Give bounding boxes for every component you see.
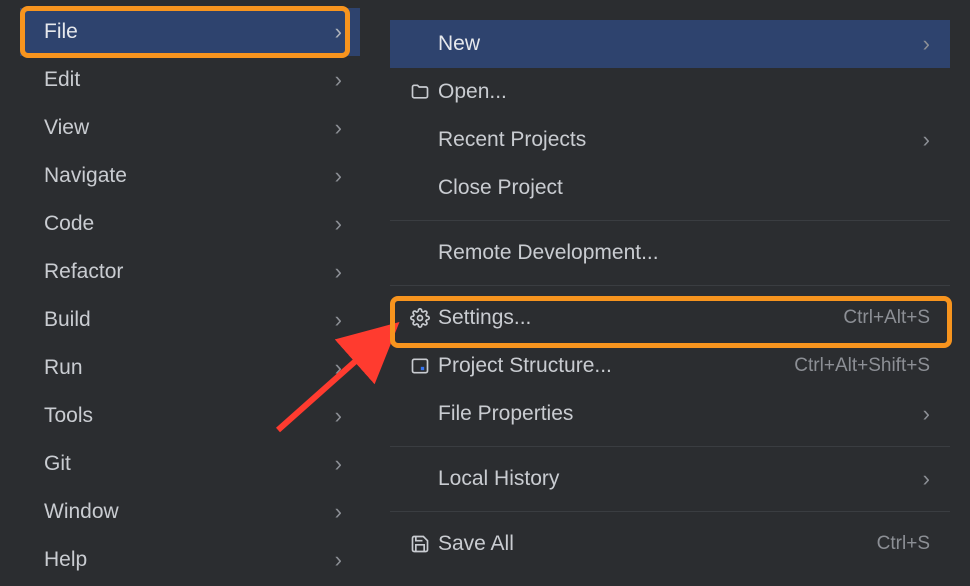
chevron-right-icon: › xyxy=(335,19,342,45)
submenu-save-all-label: Save All xyxy=(438,532,877,556)
chevron-right-icon: › xyxy=(335,499,342,525)
menu-file-label: File xyxy=(44,20,78,44)
project-structure-icon xyxy=(406,356,434,376)
submenu-local-history-label: Local History xyxy=(438,467,923,491)
submenu-file-props-label: File Properties xyxy=(438,402,923,426)
submenu-file-properties[interactable]: File Properties › xyxy=(390,390,950,438)
folder-icon xyxy=(406,82,434,102)
chevron-right-icon: › xyxy=(335,115,342,141)
submenu-settings[interactable]: Settings... Ctrl+Alt+S xyxy=(390,294,950,342)
submenu-recent-label: Recent Projects xyxy=(438,128,923,152)
menu-git[interactable]: Git › xyxy=(20,440,360,488)
submenu-project-structure-shortcut: Ctrl+Alt+Shift+S xyxy=(794,355,930,377)
submenu-new[interactable]: New › xyxy=(390,20,950,68)
submenu-settings-shortcut: Ctrl+Alt+S xyxy=(843,307,930,329)
submenu-separator xyxy=(390,511,950,512)
submenu-project-structure[interactable]: Project Structure... Ctrl+Alt+Shift+S xyxy=(390,342,950,390)
submenu-separator xyxy=(390,220,950,221)
submenu-settings-label: Settings... xyxy=(438,306,843,330)
menu-code[interactable]: Code › xyxy=(20,200,360,248)
chevron-right-icon: › xyxy=(335,307,342,333)
chevron-right-icon: › xyxy=(923,466,930,492)
menubar: File › Edit › View › Navigate › Code › R… xyxy=(20,8,360,584)
submenu-close-label: Close Project xyxy=(438,176,930,200)
submenu-recent[interactable]: Recent Projects › xyxy=(390,116,950,164)
submenu-open-label: Open... xyxy=(438,80,930,104)
submenu-close-project[interactable]: Close Project xyxy=(390,164,950,212)
chevron-right-icon: › xyxy=(335,163,342,189)
menu-run-label: Run xyxy=(44,356,83,380)
chevron-right-icon: › xyxy=(335,259,342,285)
submenu-save-all-shortcut: Ctrl+S xyxy=(877,533,930,555)
submenu-project-structure-label: Project Structure... xyxy=(438,354,794,378)
chevron-right-icon: › xyxy=(335,403,342,429)
menu-help[interactable]: Help › xyxy=(20,536,360,584)
submenu-local-history[interactable]: Local History › xyxy=(390,455,950,503)
menu-file[interactable]: File › xyxy=(20,8,360,56)
chevron-right-icon: › xyxy=(923,31,930,57)
menu-view-label: View xyxy=(44,116,89,140)
submenu-new-label: New xyxy=(438,32,923,56)
submenu-remote-label: Remote Development... xyxy=(438,241,930,265)
file-submenu: New › Open... Recent Projects › Close Pr… xyxy=(390,20,950,586)
menu-edit[interactable]: Edit › xyxy=(20,56,360,104)
menu-code-label: Code xyxy=(44,212,94,236)
gear-icon xyxy=(406,308,434,328)
chevron-right-icon: › xyxy=(335,67,342,93)
menu-help-label: Help xyxy=(44,548,87,572)
submenu-separator xyxy=(390,446,950,447)
menu-window[interactable]: Window › xyxy=(20,488,360,536)
menu-refactor-label: Refactor xyxy=(44,260,123,284)
menu-run[interactable]: Run › xyxy=(20,344,360,392)
menu-navigate[interactable]: Navigate › xyxy=(20,152,360,200)
menu-git-label: Git xyxy=(44,452,71,476)
chevron-right-icon: › xyxy=(335,355,342,381)
menu-build[interactable]: Build › xyxy=(20,296,360,344)
submenu-save-all[interactable]: Save All Ctrl+S xyxy=(390,520,950,568)
menu-build-label: Build xyxy=(44,308,91,332)
menu-window-label: Window xyxy=(44,500,119,524)
chevron-right-icon: › xyxy=(335,547,342,573)
submenu-separator xyxy=(390,285,950,286)
menu-tools-label: Tools xyxy=(44,404,93,428)
chevron-right-icon: › xyxy=(923,127,930,153)
save-icon xyxy=(406,534,434,554)
chevron-right-icon: › xyxy=(923,401,930,427)
menu-view[interactable]: View › xyxy=(20,104,360,152)
chevron-right-icon: › xyxy=(335,451,342,477)
menu-tools[interactable]: Tools › xyxy=(20,392,360,440)
submenu-remote-dev[interactable]: Remote Development... xyxy=(390,229,950,277)
menu-navigate-label: Navigate xyxy=(44,164,127,188)
menu-refactor[interactable]: Refactor › xyxy=(20,248,360,296)
submenu-open[interactable]: Open... xyxy=(390,68,950,116)
menu-edit-label: Edit xyxy=(44,68,80,92)
chevron-right-icon: › xyxy=(335,211,342,237)
